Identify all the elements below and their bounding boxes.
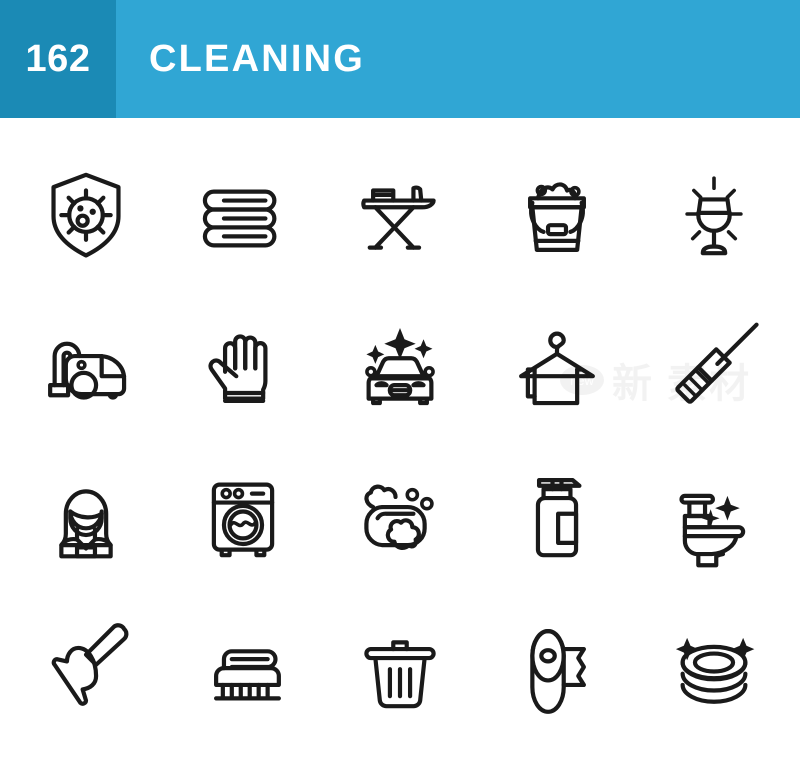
- plunger-icon: [30, 611, 142, 723]
- car-wash-icon: [344, 327, 456, 421]
- icon-cell[interactable]: [635, 441, 792, 592]
- icon-set-count: 162: [25, 37, 91, 80]
- trash-can-icon: [344, 611, 456, 723]
- clean-dishes-icon: [675, 638, 754, 723]
- icon-cell[interactable]: [322, 289, 479, 440]
- ironing-board-icon: [344, 158, 456, 270]
- icon-grid: [0, 118, 800, 771]
- icon-cell[interactable]: [322, 592, 479, 743]
- icon-cell[interactable]: [478, 138, 635, 289]
- icon-set-count-badge: 162: [0, 0, 116, 118]
- icon-cell[interactable]: [8, 289, 165, 440]
- icon-cell[interactable]: [8, 592, 165, 743]
- hanger-towel-icon: [501, 309, 613, 421]
- icon-cell[interactable]: [322, 138, 479, 289]
- shield-virus-icon: [30, 158, 142, 270]
- icon-cell[interactable]: [635, 289, 792, 440]
- page-header: 162 CLEANING: [0, 0, 800, 118]
- washing-machine-icon: [187, 460, 299, 572]
- vacuum-cleaner-icon: [30, 309, 142, 421]
- page-title: CLEANING: [149, 37, 366, 80]
- cleaning-lady-icon: [30, 460, 142, 572]
- icon-cell[interactable]: [165, 138, 322, 289]
- icon-cell[interactable]: [8, 138, 165, 289]
- icon-cell[interactable]: [165, 441, 322, 592]
- icon-cell[interactable]: [478, 592, 635, 743]
- icon-cell[interactable]: [635, 592, 792, 743]
- scrub-brush-icon: [187, 611, 299, 723]
- icon-cell[interactable]: [8, 441, 165, 592]
- icon-cell[interactable]: [478, 289, 635, 440]
- icon-cell[interactable]: [165, 592, 322, 743]
- icon-cell[interactable]: [322, 441, 479, 592]
- clean-wine-glass-icon: [658, 158, 770, 270]
- folded-towels-icon: [187, 158, 299, 270]
- icon-cell[interactable]: [478, 441, 635, 592]
- soap-bar-icon: [344, 460, 456, 572]
- icon-cell[interactable]: [635, 138, 792, 289]
- clean-toilet-icon: [658, 460, 770, 572]
- soap-dispenser-icon: [501, 460, 613, 572]
- cleaning-glove-icon: [187, 309, 299, 421]
- broom-icon: [658, 309, 770, 421]
- icon-cell[interactable]: [165, 289, 322, 440]
- toilet-paper-icon: [501, 611, 613, 723]
- cleaning-bucket-icon: [501, 158, 613, 270]
- page-title-container: CLEANING: [116, 0, 800, 118]
